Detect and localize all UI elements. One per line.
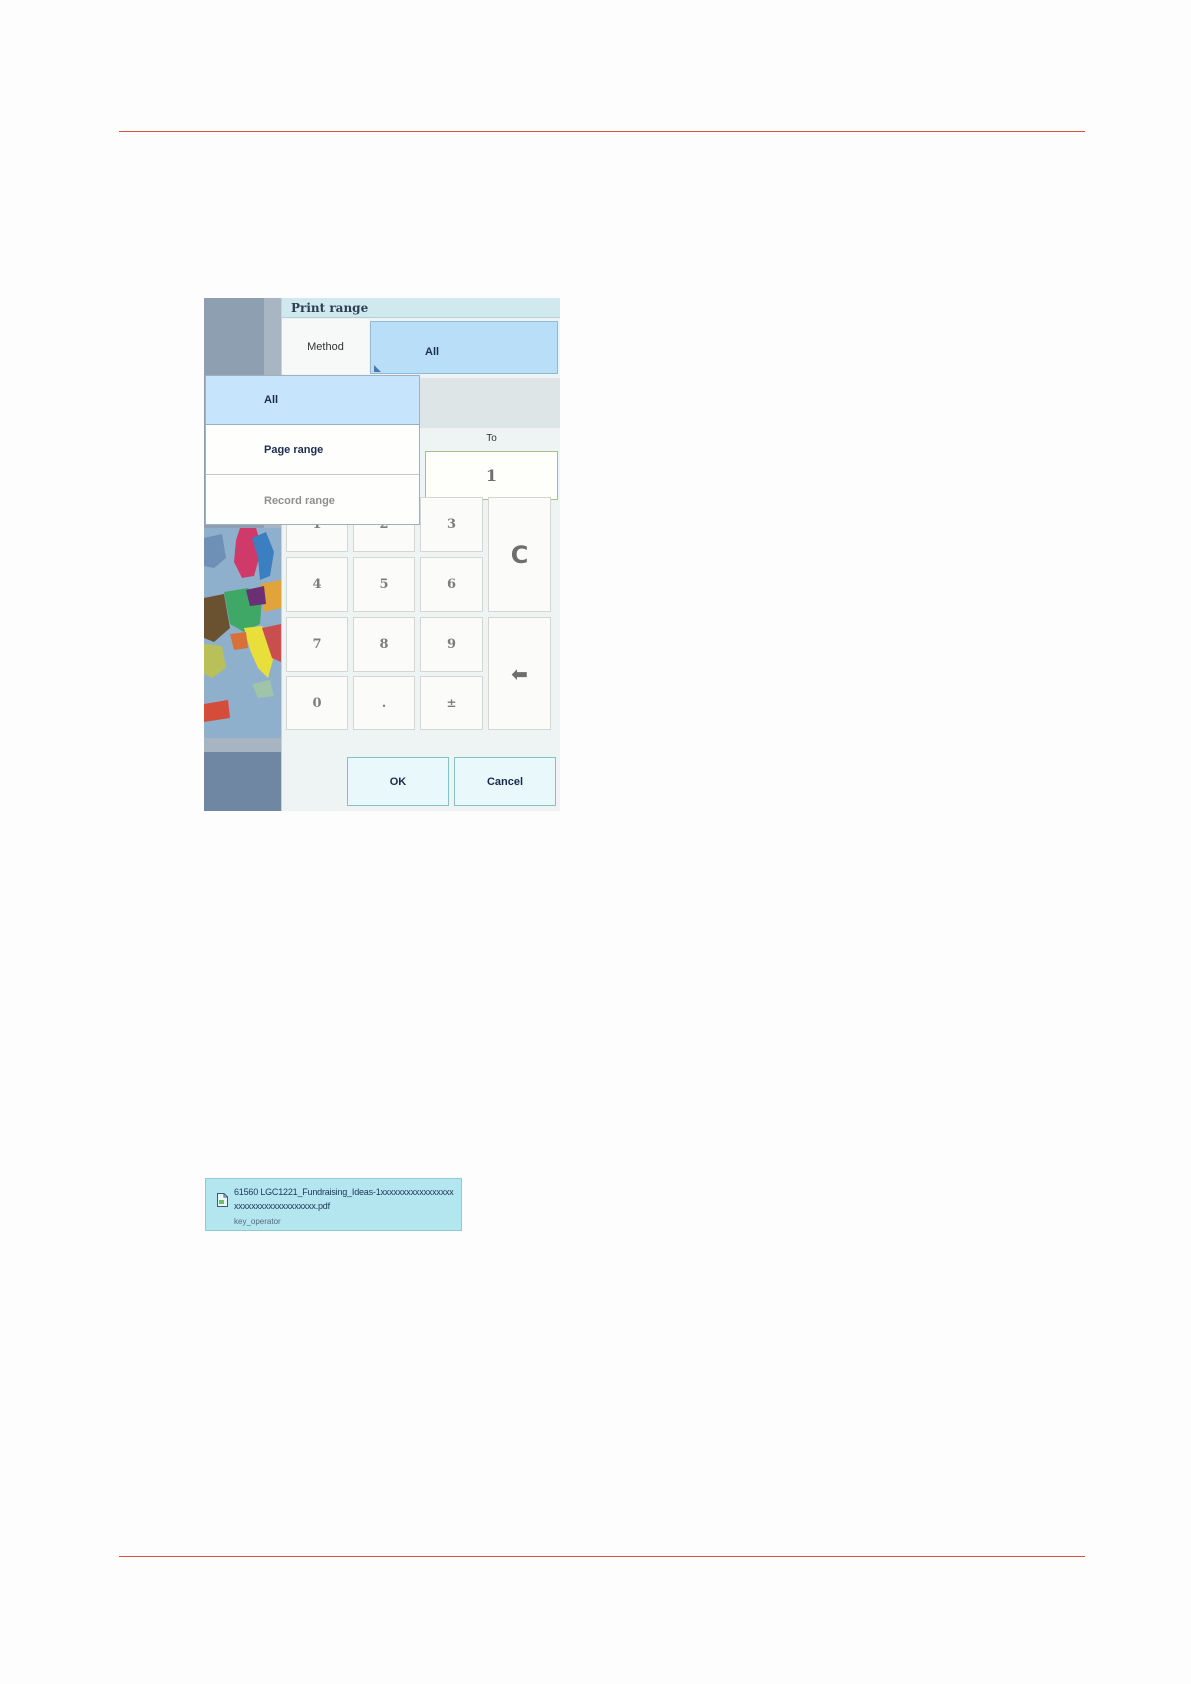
background-bottom-panel xyxy=(204,752,281,811)
key-5[interactable]: 5 xyxy=(353,557,415,612)
key-8[interactable]: 8 xyxy=(353,617,415,672)
dropdown-option-page-range[interactable]: Page range xyxy=(206,426,419,475)
file-entry[interactable]: 61560 LGC1221_Fundraising_Ideas-1xxxxxxx… xyxy=(205,1178,462,1231)
to-field[interactable]: 1 xyxy=(425,451,558,500)
key-decimal[interactable]: . xyxy=(353,676,415,730)
ok-button[interactable]: OK xyxy=(347,757,449,806)
header-rule xyxy=(119,131,1085,132)
print-range-screenshot: Print range Method All To 1 1 2 3 C 4 5 … xyxy=(204,298,560,811)
document-icon xyxy=(217,1193,228,1207)
key-3[interactable]: 3 xyxy=(420,497,483,552)
method-select[interactable]: All xyxy=(370,321,558,374)
dropdown-option-record-range[interactable]: Record range xyxy=(206,476,419,525)
footer-rule xyxy=(119,1556,1085,1557)
method-dropdown-list: All Page range Record range xyxy=(205,375,420,525)
dropdown-corner-icon xyxy=(374,365,381,372)
background-bar xyxy=(204,738,281,752)
backspace-key[interactable]: ⬅ xyxy=(488,617,551,730)
clear-key[interactable]: C xyxy=(488,497,551,612)
file-name-line-1: 61560 LGC1221_Fundraising_Ideas-1xxxxxxx… xyxy=(234,1187,454,1197)
key-7[interactable]: 7 xyxy=(286,617,348,672)
cancel-button[interactable]: Cancel xyxy=(454,757,556,806)
to-label: To xyxy=(486,433,497,444)
key-4[interactable]: 4 xyxy=(286,557,348,612)
key-6[interactable]: 6 xyxy=(420,557,483,612)
europe-map-image xyxy=(204,528,281,738)
key-9[interactable]: 9 xyxy=(420,617,483,672)
dropdown-option-all[interactable]: All xyxy=(206,376,419,425)
file-owner: key_operator xyxy=(234,1217,281,1226)
dialog-title: Print range xyxy=(282,298,560,318)
file-name-line-2: xxxxxxxxxxxxxxxxxxx.pdf xyxy=(234,1201,330,1211)
key-plus-minus[interactable]: ± xyxy=(420,676,483,730)
method-select-value: All xyxy=(425,346,440,358)
key-0[interactable]: 0 xyxy=(286,676,348,730)
method-label: Method xyxy=(282,319,369,374)
